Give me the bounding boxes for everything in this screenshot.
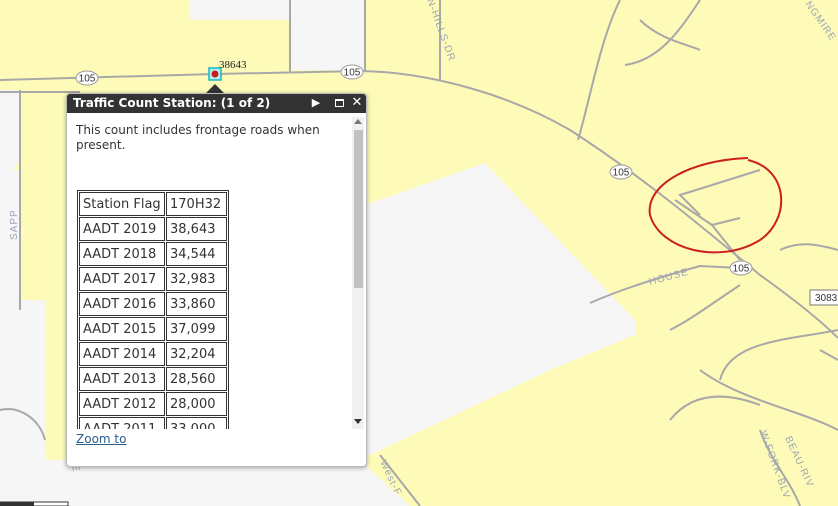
table-cell-label: AADT 2011 [79, 417, 165, 429]
scroll-thumb[interactable] [354, 130, 363, 288]
route-shield-105-c: 105 [609, 164, 633, 180]
play-triangle-icon: ▶ [311, 96, 321, 109]
svg-text:105: 105 [79, 74, 96, 85]
table-row: AADT 2018 34,544 [79, 242, 227, 266]
table-cell-value: 34,544 [166, 242, 227, 266]
close-icon: ✕ [351, 95, 363, 110]
scroll-up-arrow-icon[interactable] [354, 119, 362, 124]
table-cell-label: AADT 2016 [79, 292, 165, 316]
table-cell-label: Station Flag [79, 192, 165, 216]
table-row: AADT 2019 38,643 [79, 217, 227, 241]
svg-text:105: 105 [733, 264, 750, 275]
svg-text:105: 105 [613, 168, 630, 179]
route-shield-105-d: 105 [729, 260, 753, 276]
table-row: AADT 2015 37,099 [79, 317, 227, 341]
station-count-label: 38643 [219, 59, 247, 71]
zoom-to-link[interactable]: Zoom to [76, 432, 126, 446]
route-shield-3083: 3083 [809, 289, 838, 306]
popup-header: Traffic Count Station: (1 of 2) ▶ ✕ [67, 94, 366, 113]
traffic-count-popup: Traffic Count Station: (1 of 2) ▶ ✕ This… [66, 93, 367, 467]
table-row: AADT 2017 32,983 [79, 267, 227, 291]
table-cell-value: 28,560 [166, 367, 227, 391]
table-cell-label: AADT 2019 [79, 217, 165, 241]
road-label-sapp: SAPP [9, 209, 20, 240]
table-cell-label: AADT 2015 [79, 317, 165, 341]
table-cell-value: 33,860 [166, 292, 227, 316]
table-cell-value: 28,000 [166, 392, 227, 416]
scroll-down-arrow-icon[interactable] [354, 419, 362, 424]
aadt-table: Station Flag 170H32 AADT 2019 38,643 AADT 20… [77, 190, 229, 429]
close-button[interactable]: ✕ [350, 96, 364, 110]
table-cell-value: 170H32 [166, 192, 227, 216]
route-shield-105-b: 105 [340, 64, 364, 80]
popup-title: Traffic Count Station: (1 of 2) [73, 96, 271, 110]
route-shield-105-a: 105 [75, 70, 99, 86]
scale-bar-segment [0, 502, 34, 506]
table-row: AADT 2014 32,204 [79, 342, 227, 366]
svg-text:3083: 3083 [815, 293, 838, 304]
table-cell-value: 32,204 [166, 342, 227, 366]
maximize-button[interactable] [332, 96, 346, 110]
gray-area-bottom-left [0, 300, 45, 506]
table-cell-label: AADT 2012 [79, 392, 165, 416]
table-cell-value: 33,000 [166, 417, 227, 429]
table-row: AADT 2012 28,000 [79, 392, 227, 416]
table-cell-value: 37,099 [166, 317, 227, 341]
svg-text:105: 105 [344, 68, 361, 79]
table-row: AADT 2011 33,000 [79, 417, 227, 429]
popup-description: This count includes frontage roads when … [76, 123, 320, 152]
table-row: AADT 2016 33,860 [79, 292, 227, 316]
table-cell-label: AADT 2014 [79, 342, 165, 366]
next-feature-button[interactable]: ▶ [309, 96, 323, 110]
table-cell-label: AADT 2017 [79, 267, 165, 291]
table-cell-value: 32,983 [166, 267, 227, 291]
popup-scrollbar[interactable] [352, 117, 364, 429]
table-cell-value: 38,643 [166, 217, 227, 241]
table-cell-label: AADT 2013 [79, 367, 165, 391]
table-row: Station Flag 170H32 [79, 192, 227, 216]
table-row: AADT 2013 28,560 [79, 367, 227, 391]
popup-content[interactable]: This count includes frontage roads when … [67, 114, 352, 429]
maximize-icon [334, 99, 344, 107]
table-cell-label: AADT 2018 [79, 242, 165, 266]
